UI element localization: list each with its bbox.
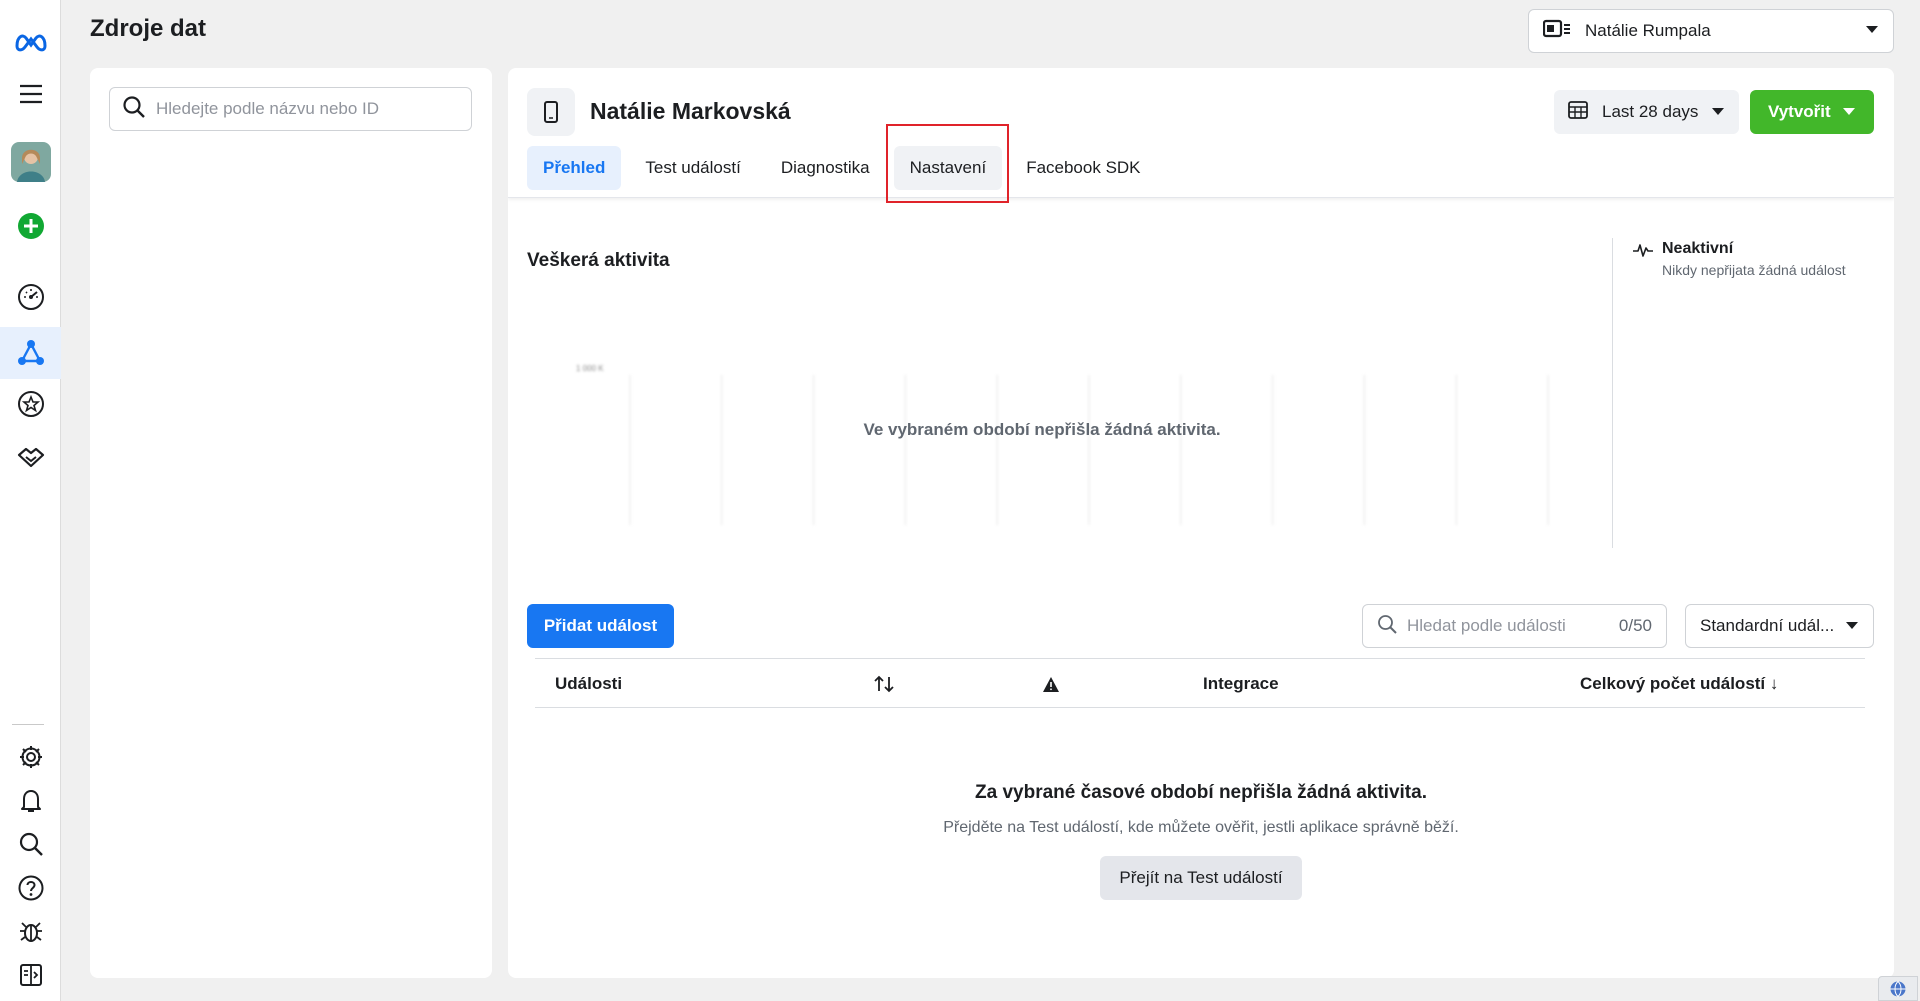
tab-overview[interactable]: Přehled [527,146,622,190]
globe-icon[interactable] [1878,976,1918,1001]
detail-tabs: Přehled Test událostí Diagnostika Nastav… [527,146,1165,190]
business-portfolio-icon [1542,18,1571,45]
search-icon [122,95,146,124]
sort-arrows-icon[interactable] [874,659,894,709]
sidebar-toggle-icon[interactable] [0,953,61,997]
calendar-table-icon [1568,100,1588,125]
events-table-header: Události Integrace Celkový počet událost… [535,658,1865,708]
data-source-detail-panel: Natálie Markovská Last 28 days Vytvořit … [508,68,1894,978]
create-plus-icon[interactable] [0,204,61,248]
event-type-filter[interactable]: Standardní udál... [1685,604,1874,648]
chevron-down-icon [1711,102,1725,122]
help-icon[interactable] [0,866,61,910]
goto-test-events-button[interactable]: Přejít na Test událostí [1100,856,1302,900]
date-range-selector[interactable]: Last 28 days [1554,90,1739,134]
chevron-down-icon [1865,22,1879,40]
activity-empty-message: Ve vybraném období nepřišla žádná aktivi… [863,420,1221,439]
date-range-label: Last 28 days [1602,102,1699,121]
activity-pulse-icon [1632,242,1654,263]
column-integration[interactable]: Integrace [1203,659,1279,709]
dashboard-gauge-icon[interactable] [0,275,61,319]
events-empty-title: Za vybrané časové období nepřišla žádná … [975,782,1427,803]
data-sources-icon[interactable] [0,327,61,379]
detail-header: Natálie Markovská Last 28 days Vytvořit … [508,68,1894,203]
avatar[interactable] [0,140,61,184]
meta-logo-icon[interactable] [0,20,61,64]
x-axis-tick-label: Út 10 dopol. [1240,539,1305,540]
tab-settings[interactable]: Nastavení [893,146,1003,190]
menu-icon[interactable] [0,72,61,116]
partner-handshake-icon[interactable] [0,435,61,479]
events-empty-subtitle: Přejděte na Test událostí, kde můžete ov… [943,819,1459,836]
debug-bug-icon[interactable] [0,909,61,953]
add-event-button[interactable]: Přidat událost [527,604,674,648]
account-selector[interactable]: Natálie Rumpala [1528,9,1894,53]
activity-title: Veškerá aktivita [527,250,670,271]
warning-icon [1043,659,1059,709]
tab-test-events[interactable]: Test událostí [629,146,756,190]
rail-divider [12,724,44,725]
column-total-events[interactable]: Celkový počet událostí ↓ [1580,659,1778,709]
data-source-list-panel [90,68,492,978]
mobile-device-icon [527,88,575,136]
notifications-bell-icon[interactable] [0,779,61,823]
page-title: Zdroje dat [90,15,207,42]
status-title: Neaktivní [1662,240,1734,257]
chevron-down-icon [1842,102,1856,122]
x-axis-tick-label: Čt 12 odpol. [598,539,663,540]
source-search-input[interactable] [156,99,456,119]
event-search-input[interactable] [1407,616,1619,636]
column-events[interactable]: Události [555,659,622,709]
source-search-box [109,87,472,131]
search-icon[interactable] [0,822,61,866]
settings-gear-icon[interactable] [0,735,61,779]
create-button-label: Vytvořit [1768,102,1831,121]
chevron-down-icon [1845,616,1859,636]
status-subtitle: Nikdy nepřijata žádná událost [1662,262,1846,278]
tab-facebook-sdk[interactable]: Facebook SDK [1010,146,1156,190]
left-navigation-rail [0,0,61,1001]
event-search-count: 0/50 [1618,616,1652,635]
y-axis-tick: 1 000 K [576,364,604,373]
account-name: Natálie Rumpala [1585,21,1711,40]
search-icon [1377,614,1397,639]
x-axis-tick-label: Čt 12 odpol. [1516,539,1581,540]
event-search-box: 0/50 [1362,604,1667,648]
create-button[interactable]: Vytvořit [1750,90,1874,134]
event-type-filter-label: Standardní udál... [1700,616,1835,635]
panel-divider [1612,238,1613,548]
tab-diagnostics[interactable]: Diagnostika [765,146,886,190]
favorites-star-icon[interactable] [0,382,61,426]
source-name: Natálie Markovská [590,98,791,124]
